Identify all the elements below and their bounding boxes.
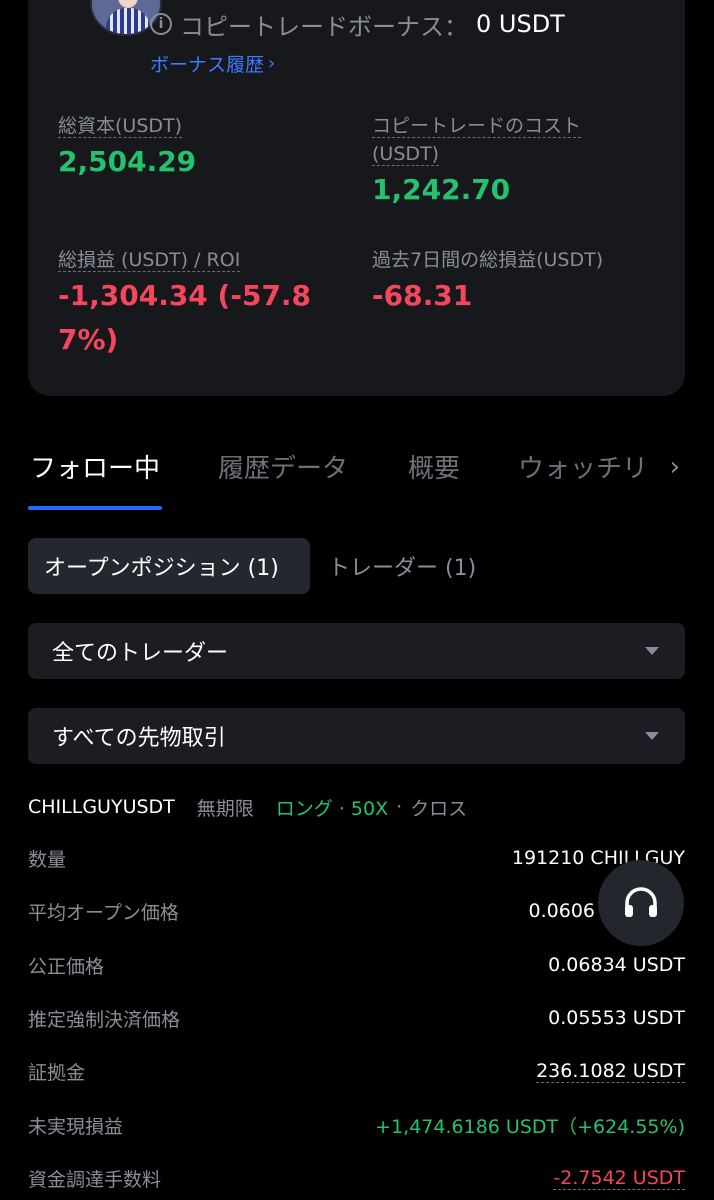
row-value: 0.06834 USDT [548, 954, 685, 976]
avatar-face [118, 0, 138, 8]
row-value: +1,474.6186 USDT（+624.55%) [375, 1115, 685, 1138]
total-pnl-label[interactable]: 総損益 (USDT) / ROI [58, 249, 241, 272]
trader-filter-dropdown[interactable]: 全てのトレーダー [28, 623, 685, 679]
total-capital-stat: 総資本(USDT) 2,504.29 [58, 112, 196, 184]
separator-dot: · [396, 796, 403, 818]
row-value: 0.0606 [528, 900, 595, 922]
contract-filter-value: すべての先物取引 [52, 726, 226, 751]
position-symbol[interactable]: CHILLGUYUSDT [28, 796, 175, 818]
row-key: 推定強制決済価格 [28, 1008, 181, 1031]
copy-cost-value: 1,242.70 [372, 173, 511, 206]
tab-following[interactable]: フォロー中 [30, 448, 160, 485]
total-pnl-value: -1,304.34 (-57.8 [58, 279, 312, 312]
bonus-row: i コピートレードボーナス： 0 USDT [150, 8, 565, 41]
position-row-margin: 証拠金 236.1082 USDT [28, 1056, 685, 1086]
avatar-shirt [106, 8, 150, 34]
row-key: 資金調達手数料 [28, 1168, 162, 1191]
subtab-open-positions[interactable]: オープンポジション (1) [28, 538, 310, 594]
position-header: CHILLGUYUSDT 無期限 ロング · 50X · クロス [28, 792, 467, 822]
position-row-unrealized-pnl: 未実現損益 +1,474.6186 USDT（+624.55%) [28, 1110, 685, 1140]
pnl-7d-label: 過去7日間の総損益(USDT) [372, 249, 604, 271]
row-key: 証拠金 [28, 1061, 86, 1084]
row-value: 0.05553 USDT [548, 1007, 685, 1029]
bonus-history-link[interactable]: ボーナス履歴 › [150, 50, 275, 77]
total-pnl-stat: 総損益 (USDT) / ROI -1,304.34 (-57.8 7%) [58, 246, 311, 362]
contract-filter-dropdown[interactable]: すべての先物取引 [28, 708, 685, 764]
main-tabs: フォロー中 履歴データ 概要 ウォッチリ › [0, 440, 714, 512]
position-row-quantity: 数量 191210 CHILLGUY [28, 843, 685, 873]
row-key: 未実現損益 [28, 1115, 124, 1138]
tab-overview[interactable]: 概要 [408, 448, 460, 485]
tab-watchlist[interactable]: ウォッチリ [518, 448, 648, 485]
chevron-right-icon: › [268, 53, 276, 74]
copy-cost-label[interactable]: コピートレードのコスト [372, 115, 582, 138]
subtab-traders[interactable]: トレーダー (1) [312, 538, 492, 594]
copy-cost-stat: コピートレードのコスト (USDT) 1,242.70 [372, 112, 582, 212]
tab-history[interactable]: 履歴データ [218, 448, 348, 485]
total-capital-label[interactable]: 総資本(USDT) [58, 115, 183, 138]
margin-value[interactable]: 236.1082 USDT [536, 1060, 685, 1083]
position-side: ロング · 50X [275, 797, 389, 820]
position-row-funding-fee: 資金調達手数料 -2.7542 USDT [28, 1163, 685, 1193]
support-button[interactable] [598, 860, 684, 946]
total-pnl-value-cont: 7%) [58, 323, 119, 356]
summary-card: i コピートレードボーナス： 0 USDT ボーナス履歴 › 総資本(USDT)… [28, 0, 685, 396]
position-row-avg-open-price: 平均オープン価格 0.0606 [28, 896, 685, 926]
caret-down-icon [645, 647, 659, 655]
caret-down-icon [645, 732, 659, 740]
position-type: 無期限 [196, 797, 254, 820]
headset-icon [625, 887, 657, 917]
pnl-7d-stat: 過去7日間の総損益(USDT) -68.31 [372, 246, 603, 318]
active-tab-indicator [28, 506, 162, 510]
total-capital-value: 2,504.29 [58, 145, 197, 178]
position-row-liq-price: 推定強制決済価格 0.05553 USDT [28, 1003, 685, 1033]
chevron-right-icon[interactable]: › [670, 452, 680, 482]
row-key: 平均オープン価格 [28, 901, 179, 924]
bonus-value: 0 USDT [476, 10, 565, 38]
position-row-fair-price: 公正価格 0.06834 USDT [28, 950, 685, 980]
row-key: 数量 [28, 848, 67, 871]
info-icon[interactable]: i [150, 13, 172, 35]
pnl-7d-value: -68.31 [372, 279, 473, 312]
bonus-label: コピートレードボーナス： [180, 12, 468, 41]
copy-cost-label-unit[interactable]: (USDT) [372, 143, 440, 166]
position-margin-mode: クロス [410, 797, 468, 820]
funding-fee-value[interactable]: -2.7542 USDT [553, 1167, 685, 1190]
row-key: 公正価格 [28, 955, 105, 978]
bonus-history-label: ボーナス履歴 [150, 54, 265, 76]
trader-filter-value: 全てのトレーダー [52, 641, 229, 666]
